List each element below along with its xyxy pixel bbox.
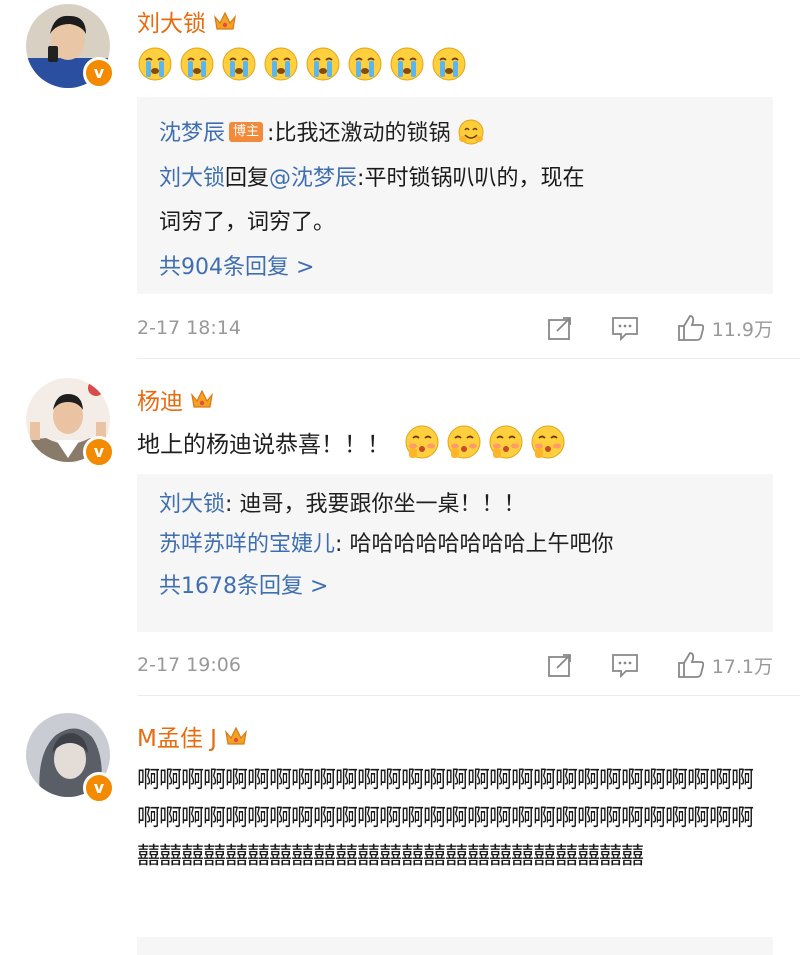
reply-author[interactable]: 刘大锁 (159, 166, 225, 191)
like-icon[interactable] (676, 650, 706, 680)
reply-author[interactable]: 苏咩苏咩的宝婕儿 (159, 532, 335, 557)
share-icon[interactable] (546, 651, 574, 679)
username-text[interactable]: 刘大锁 (137, 4, 206, 38)
comment-icon[interactable] (610, 314, 640, 342)
reply-item[interactable]: 沈梦辰 博主:比我还激动的锁锅 (159, 111, 751, 157)
divider (137, 358, 800, 359)
comment-meta: 2-17 19:06 17.1万 (137, 647, 773, 683)
crying-face-icon (306, 47, 340, 81)
reply-box[interactable]: 刘大锁: 迪哥，我要跟你坐一桌！！！ 苏咩苏咩的宝婕儿: 哈哈哈哈哈哈哈哈上午吧… (137, 474, 773, 632)
reply-box[interactable]: 沈梦辰 博主:比我还激动的锁锅 刘大锁回复@沈梦辰:平时锁锅叭叭的，现在词穷了，词… (137, 97, 773, 294)
crying-face-icon (432, 47, 466, 81)
comment-icon[interactable] (610, 651, 640, 679)
username-text[interactable]: M孟佳 J (137, 719, 217, 753)
reply-item[interactable]: 刘大锁回复@沈梦辰:平时锁锅叭叭的，现在词穷了，词穷了。 (159, 157, 599, 245)
mention-link[interactable]: @沈梦辰 (269, 166, 357, 191)
emoji-row (137, 46, 467, 82)
reply-author[interactable]: 刘大锁 (159, 492, 225, 517)
smile-emoji-icon (458, 119, 484, 145)
reply-box-edge (137, 937, 773, 955)
comment-text: 啊啊啊啊啊啊啊啊啊啊啊啊啊啊啊啊啊啊啊啊啊啊啊啊啊啊啊啊啊啊啊啊啊啊啊啊啊啊啊啊… (137, 767, 754, 869)
blowing-kiss-face-icon (447, 425, 481, 459)
author-tag: 博主 (229, 122, 264, 142)
view-more-replies-link[interactable]: 共1678条回复 > (159, 564, 751, 610)
blowing-kiss-face-icon (489, 425, 523, 459)
reply-text: 哈哈哈哈哈哈哈哈上午吧你 (349, 532, 614, 557)
blowing-kiss-face-icon (531, 425, 565, 459)
verified-badge-icon: v (83, 772, 115, 804)
crying-face-icon (264, 47, 298, 81)
crying-face-icon (180, 47, 214, 81)
divider (137, 695, 800, 696)
share-icon[interactable] (546, 314, 574, 342)
username-text[interactable]: 杨迪 (137, 382, 183, 416)
emoji-row (404, 424, 566, 460)
reply-text: 迪哥，我要跟你坐一桌！！！ (239, 492, 526, 517)
username[interactable]: M孟佳 J (137, 719, 249, 753)
reply-author[interactable]: 沈梦辰 (159, 121, 225, 146)
timestamp: 2-17 18:14 (137, 317, 241, 339)
timestamp: 2-17 19:06 (137, 654, 241, 676)
reply-text: 比我还激动的锁锅 (274, 121, 451, 146)
crown-icon (224, 726, 247, 745)
blowing-kiss-face-icon (405, 425, 439, 459)
crying-face-icon (390, 47, 424, 81)
username[interactable]: 杨迪 (137, 382, 215, 416)
reply-sep: : (225, 492, 233, 517)
verified-badge-icon: v (83, 436, 115, 468)
verified-badge-icon: v (83, 57, 115, 89)
reply-item[interactable]: 苏咩苏咩的宝婕儿: 哈哈哈哈哈哈哈哈上午吧你 (159, 522, 751, 568)
username[interactable]: 刘大锁 (137, 4, 238, 38)
crying-face-icon (348, 47, 382, 81)
crying-face-icon (138, 47, 172, 81)
like-count: 17.1万 (711, 655, 773, 678)
comment-meta: 2-17 18:14 11.9万 (137, 310, 773, 346)
view-more-replies-link[interactable]: 共904条回复 > (159, 245, 751, 291)
crying-face-icon (222, 47, 256, 81)
like-count: 11.9万 (711, 318, 773, 341)
reply-sep: : (335, 532, 343, 557)
comment-text: 地上的杨迪说恭喜！！！ (137, 424, 566, 460)
reply-connector: 回复 (225, 166, 270, 191)
comment-body: 地上的杨迪说恭喜！！！ (137, 432, 390, 458)
crown-icon (191, 389, 213, 408)
crown-icon (214, 11, 236, 30)
like-icon[interactable] (676, 313, 706, 343)
